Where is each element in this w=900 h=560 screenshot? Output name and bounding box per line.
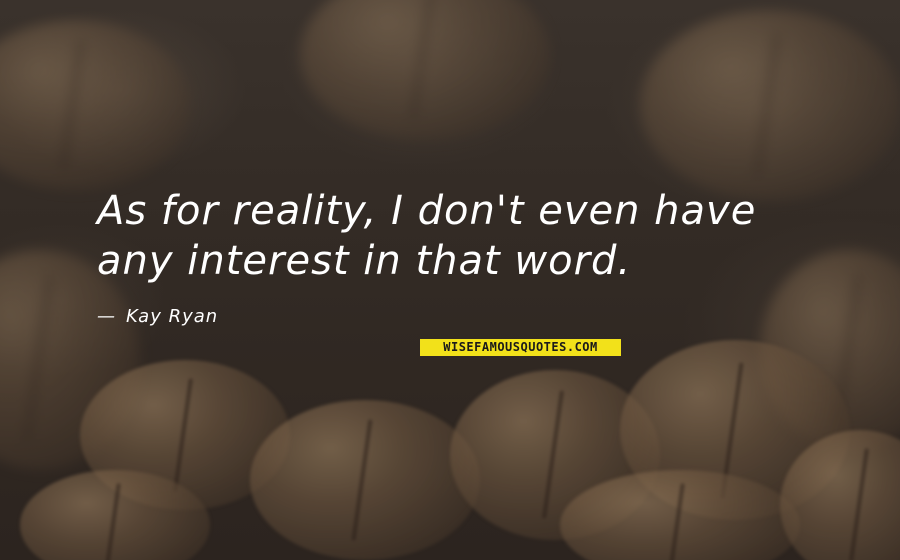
background-bean — [250, 400, 480, 560]
author-name: Kay Ryan — [126, 306, 219, 327]
author-dash: — — [97, 306, 116, 327]
background-bean — [300, 0, 550, 140]
background-bean — [0, 20, 190, 190]
quote-author: — Kay Ryan — [97, 306, 218, 327]
background-bean — [640, 10, 900, 200]
watermark-badge: WISEFAMOUSQUOTES.COM — [420, 339, 621, 356]
quote-text: As for reality, I don't even have any in… — [97, 188, 757, 284]
quote-card: As for reality, I don't even have any in… — [0, 0, 900, 560]
